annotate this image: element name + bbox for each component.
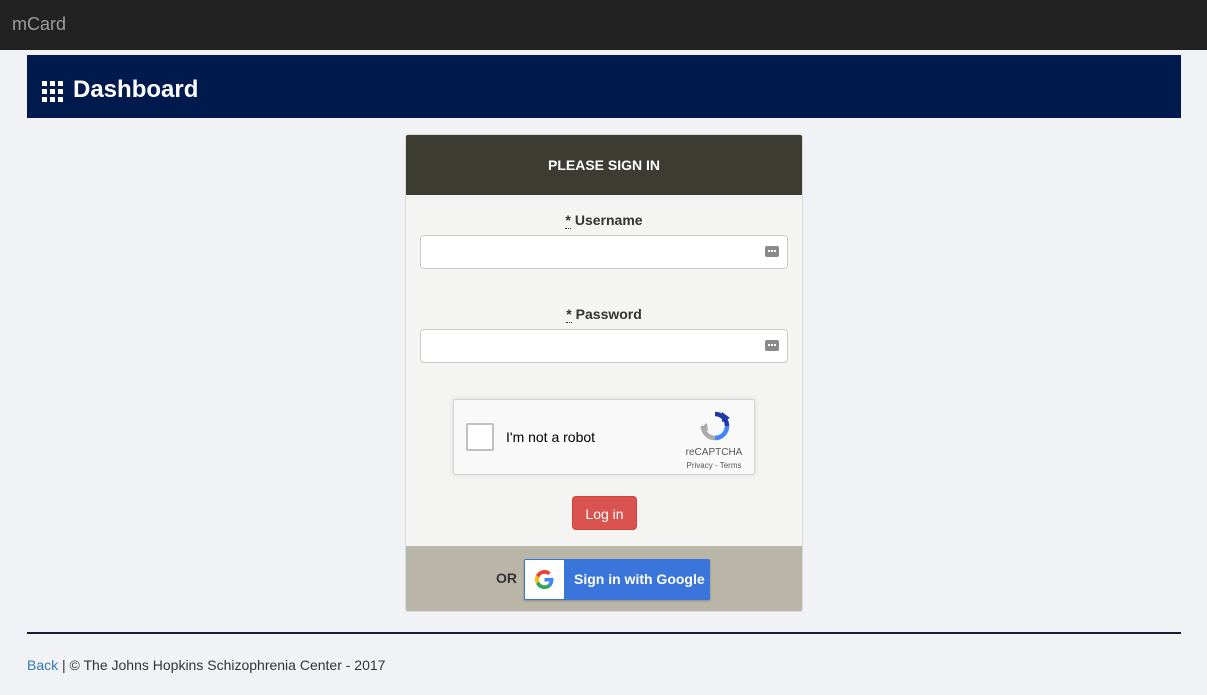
signin-panel-footer: OR Sign in with Google xyxy=(406,546,802,611)
back-link[interactable]: Back xyxy=(27,657,58,673)
recaptcha-privacy-terms[interactable]: Privacy - Terms xyxy=(674,461,754,470)
username-input[interactable] xyxy=(420,235,788,269)
brand-link[interactable]: mCard xyxy=(12,13,66,35)
required-marker: * xyxy=(565,212,571,229)
recaptcha-label: I'm not a robot xyxy=(506,429,596,445)
recaptcha-checkbox[interactable] xyxy=(466,423,494,451)
page-title: Dashboard xyxy=(73,76,199,103)
top-navbar: mCard xyxy=(0,0,1207,50)
password-label: * Password xyxy=(406,306,802,323)
login-button[interactable]: Log in xyxy=(572,496,637,530)
google-signin-label: Sign in with Google xyxy=(574,571,705,587)
google-logo-box xyxy=(525,560,564,599)
key-icon[interactable] xyxy=(765,246,779,257)
recaptcha-logo-icon xyxy=(700,411,730,441)
dashboard-banner: Dashboard xyxy=(27,55,1181,118)
password-input[interactable] xyxy=(420,329,788,363)
page-footer: Back | © The Johns Hopkins Schizophrenia… xyxy=(27,656,385,674)
signin-heading: PLEASE SIGN IN xyxy=(406,135,802,195)
key-icon[interactable] xyxy=(765,340,779,351)
password-label-text: Password xyxy=(575,306,642,322)
recaptcha-brand: reCAPTCHA xyxy=(685,447,743,458)
footer-separator: | xyxy=(62,657,66,673)
google-g-icon xyxy=(535,570,554,589)
footer-divider xyxy=(27,632,1181,634)
username-label: * Username xyxy=(406,212,802,229)
grid-icon xyxy=(42,81,63,102)
username-label-text: Username xyxy=(574,212,643,228)
google-signin-button[interactable]: Sign in with Google xyxy=(524,559,710,600)
signin-panel: PLEASE SIGN IN * Username * Password I'm n… xyxy=(405,134,803,612)
recaptcha-widget: I'm not a robot reCAPTCHA Privacy - Term… xyxy=(453,399,755,475)
or-label: OR xyxy=(496,570,517,586)
required-marker: * xyxy=(566,306,572,323)
copyright-text: © The Johns Hopkins Schizophrenia Center… xyxy=(69,657,386,673)
